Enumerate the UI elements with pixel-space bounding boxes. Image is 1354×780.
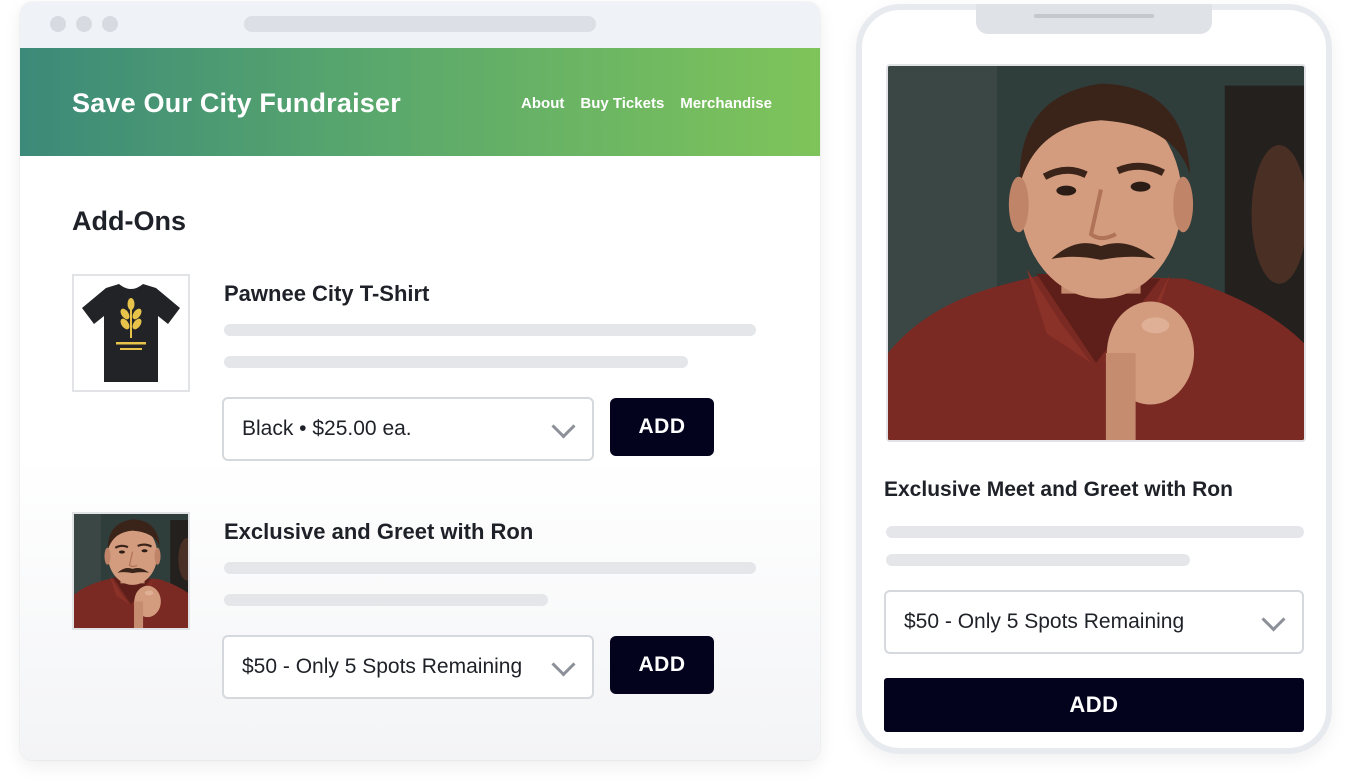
site-header: Save Our City Fundraiser About Buy Ticke… — [20, 48, 820, 156]
description-placeholder-line — [224, 324, 756, 336]
ron-thumbnail-image — [72, 512, 190, 630]
mobile-phone-mockup: Exclusive Meet and Greet with Ron $50 - … — [856, 4, 1332, 754]
section-title: Add-Ons — [72, 206, 186, 236]
description-placeholder-line — [224, 594, 548, 606]
description-placeholder-line — [224, 356, 688, 368]
select-value: $50 - Only 5 Spots Remaining — [242, 655, 523, 678]
window-dot-minimize — [76, 16, 92, 32]
ron-hero-image — [886, 64, 1306, 442]
add-tshirt-button[interactable]: ADD — [610, 398, 714, 456]
select-value: Black • $25.00 ea. — [242, 417, 412, 440]
nav-link-about[interactable]: About — [521, 95, 564, 112]
add-meet-greet-button[interactable]: ADD — [610, 636, 714, 694]
item-title-tshirt: Pawnee City T-Shirt — [224, 281, 430, 306]
mobile-option-select[interactable]: $50 - Only 5 Spots Remaining — [884, 590, 1304, 654]
phone-notch — [976, 4, 1212, 34]
tshirt-variant-select[interactable]: Black • $25.00 ea. — [222, 397, 594, 461]
item-title-meet-greet: Exclusive and Greet with Ron — [224, 519, 534, 544]
site-title: Save Our City Fundraiser — [72, 88, 401, 118]
mobile-item-title: Exclusive Meet and Greet with Ron — [884, 478, 1233, 501]
address-bar — [244, 16, 596, 32]
description-placeholder-line — [886, 554, 1190, 566]
window-dot-maximize — [102, 16, 118, 32]
mobile-add-button[interactable]: ADD — [884, 678, 1304, 732]
description-placeholder-line — [886, 526, 1304, 538]
site-nav: About Buy Tickets Merchandise — [521, 95, 772, 112]
window-dot-close — [50, 16, 66, 32]
desktop-browser-mockup: Save Our City Fundraiser About Buy Ticke… — [20, 2, 820, 760]
phone-speaker — [1034, 14, 1154, 18]
tshirt-image — [72, 274, 190, 392]
nav-link-buy-tickets[interactable]: Buy Tickets — [580, 95, 664, 112]
select-value: $50 - Only 5 Spots Remaining — [904, 610, 1185, 633]
browser-chrome — [20, 2, 820, 48]
meet-greet-option-select[interactable]: $50 - Only 5 Spots Remaining — [222, 635, 594, 699]
description-placeholder-line — [224, 562, 756, 574]
nav-link-merchandise[interactable]: Merchandise — [680, 95, 772, 112]
